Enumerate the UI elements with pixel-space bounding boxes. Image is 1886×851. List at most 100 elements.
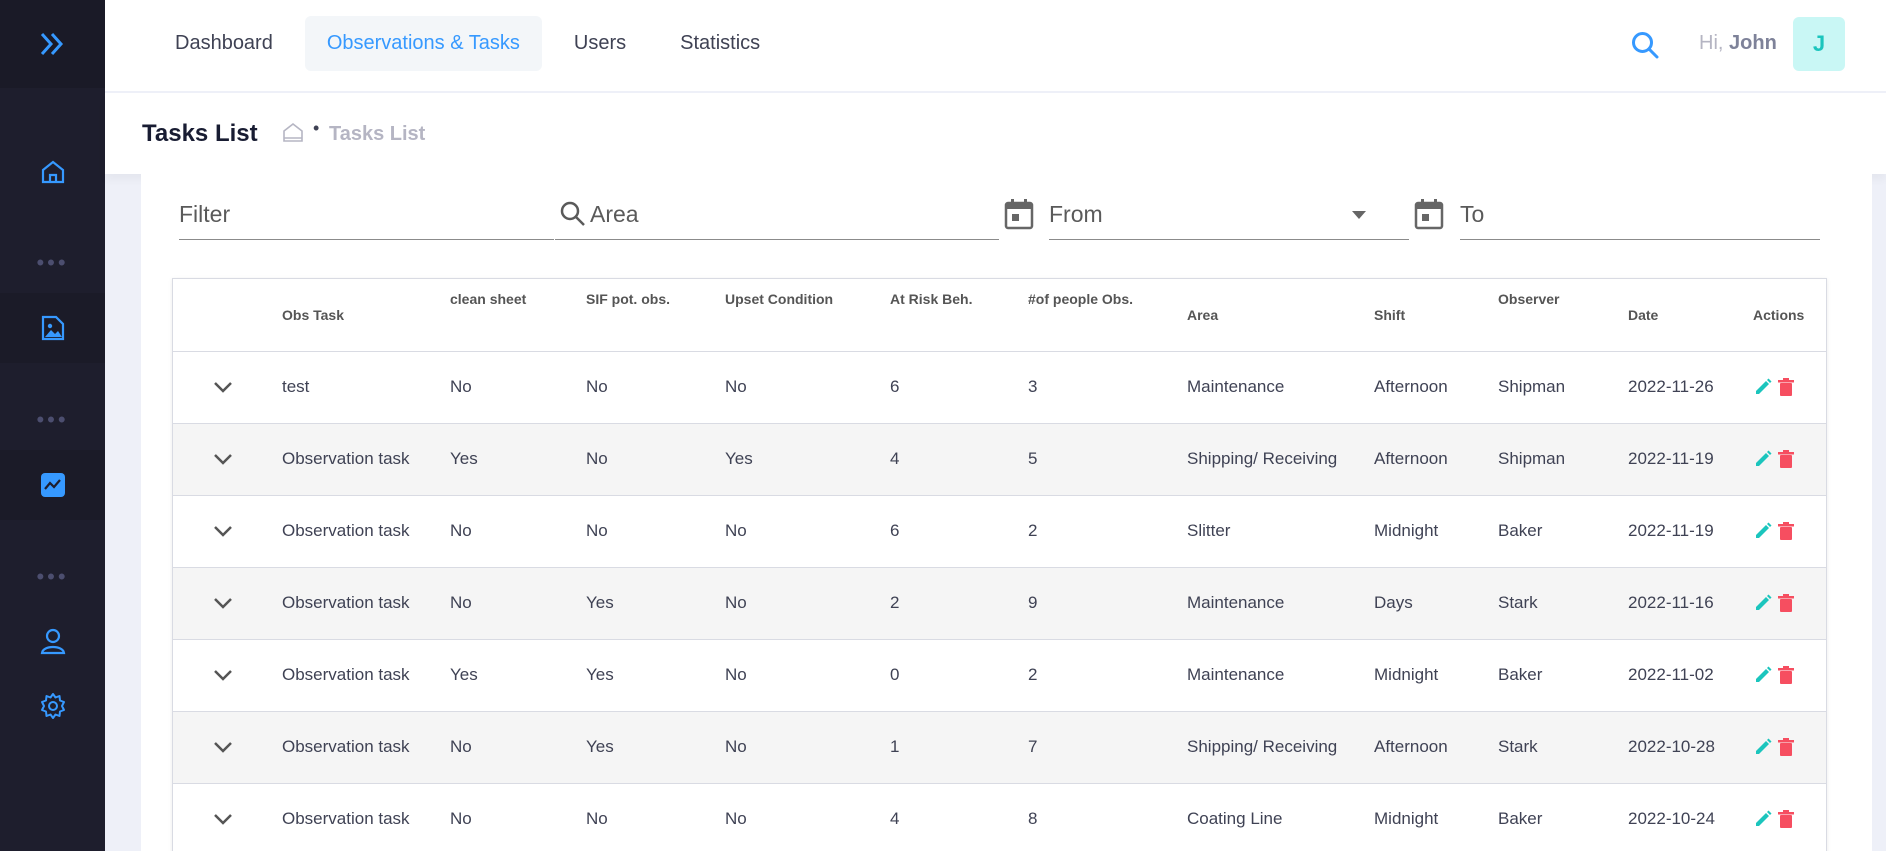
delete-trash-icon[interactable]: [1777, 593, 1795, 613]
table-cell: Afternoon: [1374, 351, 1498, 424]
sidebar-item-statistics[interactable]: [0, 450, 105, 520]
column-header[interactable]: Observer: [1498, 279, 1628, 352]
table-cell: No: [450, 711, 586, 784]
double-chevron-right-icon: [40, 32, 63, 56]
chevron-down-icon[interactable]: [213, 381, 233, 393]
delete-trash-icon[interactable]: [1777, 449, 1795, 469]
actions-cell: [1753, 495, 1826, 568]
table-row[interactable]: test No No No 6 3 Maintenance Afternoon Shipman 2…: [173, 351, 1826, 424]
column-header: Actions: [1753, 279, 1826, 352]
table-cell: 2: [890, 567, 1028, 640]
calendar-icon[interactable]: [1414, 198, 1444, 230]
sidebar-separator: •••: [36, 564, 69, 589]
nav-dashboard[interactable]: Dashboard: [153, 16, 295, 71]
delete-trash-icon[interactable]: [1777, 809, 1795, 829]
column-header[interactable]: Upset Condition: [725, 279, 890, 352]
table-row[interactable]: Observation task No Yes No 1 7 Shipping/ Recei…: [173, 711, 1826, 784]
table-cell: No: [725, 567, 890, 640]
column-header[interactable]: #of people Obs.: [1028, 279, 1187, 352]
column-header[interactable]: At Risk Beh.: [890, 279, 1028, 352]
edit-pencil-icon[interactable]: [1753, 737, 1773, 757]
table-row[interactable]: Observation task Yes No Yes 4 5 Shipping/ Rece…: [173, 423, 1826, 496]
table-row[interactable]: Observation task No No No 6 2 Slitter Midnight B…: [173, 495, 1826, 568]
delete-trash-icon[interactable]: [1777, 665, 1795, 685]
column-header[interactable]: Date: [1628, 279, 1753, 352]
table-cell: Yes: [586, 639, 725, 712]
table-cell: Observation task: [282, 783, 450, 851]
table-cell: Stark: [1498, 711, 1628, 784]
user-name: John: [1729, 32, 1777, 54]
to-date-input[interactable]: To: [1460, 190, 1820, 240]
table-cell: 6: [890, 351, 1028, 424]
sidebar-item-settings[interactable]: [0, 671, 105, 741]
column-header[interactable]: SIF pot. obs.: [586, 279, 725, 352]
breadcrumb-current: Tasks List: [329, 123, 426, 145]
nav-statistics[interactable]: Statistics: [658, 16, 782, 71]
chevron-down-icon[interactable]: [213, 813, 233, 825]
avatar[interactable]: J: [1793, 17, 1845, 71]
chevron-down-icon[interactable]: [213, 453, 233, 465]
nav-users[interactable]: Users: [552, 16, 648, 71]
table-cell: 2022-10-28: [1628, 711, 1753, 784]
table-cell: No: [450, 495, 586, 568]
from-date-input[interactable]: From: [1049, 190, 1409, 240]
search-button[interactable]: [1625, 25, 1665, 65]
column-header[interactable]: Area: [1187, 279, 1374, 352]
table-cell: Midnight: [1374, 783, 1498, 851]
table-row[interactable]: Observation task No No No 4 8 Coating Line Midn…: [173, 783, 1826, 851]
chevron-down-icon[interactable]: [213, 741, 233, 753]
column-header[interactable]: clean sheet: [450, 279, 586, 352]
subheader: Tasks List • Tasks List: [105, 93, 1886, 174]
table-cell: Baker: [1498, 783, 1628, 851]
sidebar-item-dashboard[interactable]: [0, 137, 105, 207]
sidebar: ••• ••• •••: [0, 0, 105, 851]
delete-trash-icon[interactable]: [1777, 737, 1795, 757]
expand-cell: [173, 495, 282, 568]
filter-input[interactable]: Filter: [179, 190, 554, 240]
page-title: Tasks List: [142, 120, 258, 147]
sidebar-item-users[interactable]: [0, 606, 105, 676]
breadcrumb-home[interactable]: [282, 121, 304, 148]
filter-placeholder: Filter: [179, 201, 231, 227]
edit-pencil-icon[interactable]: [1753, 377, 1773, 397]
table-cell: 2022-11-19: [1628, 495, 1753, 568]
edit-pencil-icon[interactable]: [1753, 665, 1773, 685]
edit-pencil-icon[interactable]: [1753, 449, 1773, 469]
column-header[interactable]: Obs Task: [282, 279, 450, 352]
table-cell: 2022-11-16: [1628, 567, 1753, 640]
edit-pencil-icon[interactable]: [1753, 809, 1773, 829]
sidebar-separator: •••: [36, 250, 69, 275]
table-cell: 4: [890, 423, 1028, 496]
chevron-down-icon[interactable]: [213, 669, 233, 681]
edit-pencil-icon[interactable]: [1753, 521, 1773, 541]
table-cell: Midnight: [1374, 639, 1498, 712]
sidebar-toggle[interactable]: [0, 0, 105, 88]
chevron-down-icon[interactable]: [213, 525, 233, 537]
table-cell: No: [725, 783, 890, 851]
user-icon: [40, 628, 65, 655]
table-cell: No: [586, 351, 725, 424]
delete-trash-icon[interactable]: [1777, 377, 1795, 397]
chevron-down-icon[interactable]: [213, 597, 233, 609]
column-header[interactable]: Shift: [1374, 279, 1498, 352]
nav-observations-tasks[interactable]: Observations & Tasks: [304, 16, 542, 71]
area-placeholder: Area: [590, 201, 639, 227]
table-row[interactable]: Observation task No Yes No 2 9 Maintenance Days…: [173, 567, 1826, 640]
table-cell: Shipman: [1498, 423, 1628, 496]
table-cell: Shipping/ Receiving: [1187, 711, 1374, 784]
table-row[interactable]: Observation task Yes Yes No 0 2 Maintenance Mid…: [173, 639, 1826, 712]
table-cell: Baker: [1498, 495, 1628, 568]
table-cell: Yes: [586, 567, 725, 640]
gear-icon: [40, 693, 65, 719]
edit-pencil-icon[interactable]: [1753, 593, 1773, 613]
column-header-expand: [173, 279, 282, 352]
filter-row: Filter Area From To: [179, 190, 1820, 242]
calendar-icon[interactable]: [1004, 198, 1034, 230]
table-cell: No: [725, 639, 890, 712]
area-select[interactable]: Area: [555, 190, 1366, 240]
delete-trash-icon[interactable]: [1777, 521, 1795, 541]
table-cell: No: [725, 351, 890, 424]
sidebar-item-observations[interactable]: [0, 293, 105, 363]
sidebar-separator: •••: [36, 407, 69, 432]
user-greeting[interactable]: Hi, John: [1699, 32, 1777, 55]
